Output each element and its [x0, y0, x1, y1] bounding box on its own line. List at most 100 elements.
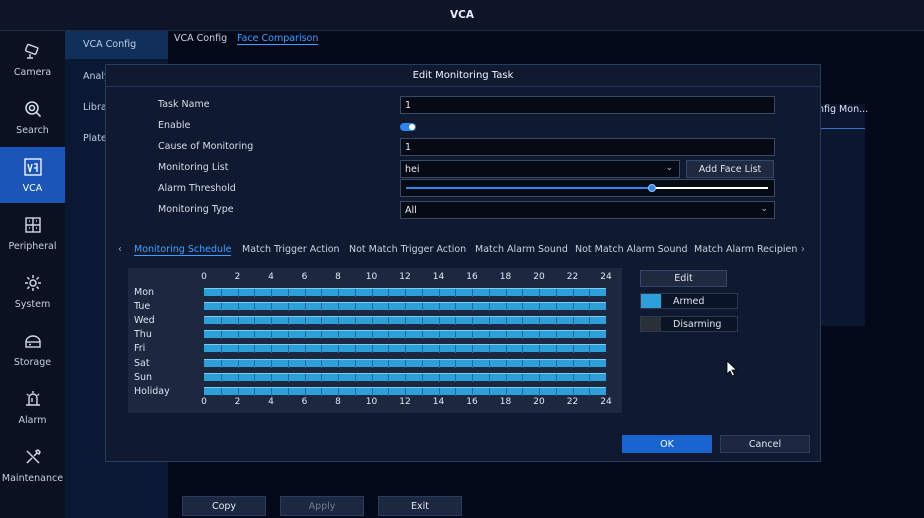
hour-divider: [455, 387, 457, 396]
sidebar-item-camera[interactable]: Camera: [0, 31, 65, 87]
hour-divider: [371, 317, 373, 326]
hour-divider: [388, 387, 390, 396]
hour-divider: [321, 317, 323, 326]
hour-divider: [572, 387, 574, 396]
tab-not-match-trigger-action[interactable]: Not Match Trigger Action: [349, 244, 466, 255]
hour-label: 2: [234, 397, 241, 407]
add-face-list-button[interactable]: Add Face List: [686, 160, 774, 178]
tab-monitoring-schedule[interactable]: Monitoring Schedule: [134, 244, 232, 256]
sidebar-item-peripheral[interactable]: Peripheral: [0, 205, 65, 261]
tab-match-alarm-recipient[interactable]: Match Alarm Recipien: [694, 244, 797, 255]
apply-button[interactable]: Apply: [280, 496, 364, 516]
dialog-title: Edit Monitoring Task: [106, 65, 820, 87]
tab-scroll-left-icon[interactable]: ‹: [118, 244, 122, 255]
subnav-item-plate[interactable]: Plate: [83, 133, 107, 144]
subnav-item-library[interactable]: Libra: [83, 102, 107, 113]
title-bar: VCA: [0, 0, 924, 31]
hour-divider: [338, 373, 339, 382]
hour-divider: [488, 345, 490, 354]
hour-divider: [321, 387, 323, 396]
hour-divider: [539, 359, 540, 368]
tab-scroll-right-icon[interactable]: ›: [801, 244, 805, 255]
sidebar-item-search[interactable]: Search: [0, 89, 65, 145]
hour-divider: [555, 387, 557, 396]
tab-not-match-alarm-sound[interactable]: Not Match Alarm Sound: [575, 244, 688, 255]
sidebar-item-maintenance[interactable]: Maintenance: [0, 437, 65, 493]
hour-divider: [271, 359, 272, 368]
subnav-item-vca-config[interactable]: VCA Config: [83, 39, 136, 50]
ok-button[interactable]: OK: [622, 435, 712, 453]
schedule-bar[interactable]: [204, 372, 606, 382]
day-label: Tue: [134, 301, 151, 313]
legend-disarming[interactable]: Disarming: [640, 316, 738, 332]
hour-label: 6: [301, 397, 308, 407]
task-name-label: Task Name: [158, 99, 210, 110]
alarm-threshold-slider[interactable]: [400, 179, 775, 197]
tab-face-comparison[interactable]: Face Comparison: [237, 33, 319, 45]
hour-divider: [220, 373, 222, 382]
hour-divider: [371, 359, 373, 368]
hour-divider: [371, 373, 373, 382]
legend-armed[interactable]: Armed: [640, 293, 738, 309]
hour-divider: [237, 289, 239, 297]
sidebar-item-alarm[interactable]: Alarm: [0, 379, 65, 435]
hour-divider: [438, 345, 440, 354]
hour-divider: [220, 387, 222, 396]
chevron-down-icon: ⌄: [760, 204, 768, 214]
sidebar-item-label: Camera: [13, 66, 52, 78]
task-name-input[interactable]: 1: [400, 96, 775, 114]
sidebar-item-vca[interactable]: VCA: [0, 147, 65, 203]
hour-divider: [522, 289, 524, 297]
schedule-bar[interactable]: [204, 302, 606, 312]
cause-input[interactable]: 1: [400, 138, 775, 156]
monitoring-type-select[interactable]: All ⌄: [400, 201, 775, 219]
hour-label: 14: [432, 397, 445, 407]
storage-icon: [24, 334, 41, 348]
schedule-bar[interactable]: [204, 288, 606, 297]
schedule-bar[interactable]: [204, 344, 606, 354]
hour-divider: [555, 331, 557, 340]
tab-vca-config[interactable]: VCA Config: [174, 33, 227, 44]
hour-divider: [505, 317, 507, 326]
edit-schedule-button[interactable]: Edit: [640, 270, 727, 287]
schedule-bar[interactable]: [204, 330, 606, 340]
hour-divider: [371, 345, 373, 354]
sidebar-item-label: Search: [16, 124, 49, 136]
schedule-bar[interactable]: [204, 316, 606, 326]
schedule-bar[interactable]: [204, 386, 606, 396]
hour-label: 2: [234, 272, 241, 282]
exit-button[interactable]: Exit: [378, 496, 462, 516]
hour-divider: [220, 331, 222, 340]
tools-icon: [25, 448, 41, 464]
hour-divider: [421, 345, 423, 354]
sidebar-item-storage[interactable]: Storage: [0, 321, 65, 377]
schedule-bar[interactable]: [204, 358, 606, 368]
sidebar-item-system[interactable]: System: [0, 263, 65, 319]
hour-divider: [455, 331, 457, 340]
monitoring-list-select[interactable]: hei ⌄: [400, 160, 680, 178]
hour-divider: [287, 331, 289, 340]
hour-divider: [254, 359, 256, 368]
copy-button[interactable]: Copy: [182, 496, 266, 516]
hour-divider: [287, 317, 289, 326]
hour-divider: [421, 387, 423, 396]
hour-divider: [405, 289, 406, 297]
hour-divider: [220, 345, 222, 354]
tab-match-alarm-sound[interactable]: Match Alarm Sound: [475, 244, 568, 255]
hour-divider: [522, 317, 524, 326]
hour-divider: [472, 331, 473, 340]
hour-divider: [539, 303, 540, 312]
enable-toggle[interactable]: [400, 123, 416, 131]
hour-divider: [287, 387, 289, 396]
schedule-grid[interactable]: 0 2 4 6 8 10 12 14 16 18 20 22 24 Mon Tue Wed Thu Fri Sat…: [128, 268, 622, 413]
tab-match-trigger-action[interactable]: Match Trigger Action: [242, 244, 340, 255]
hour-divider: [455, 317, 457, 326]
slider-handle[interactable]: [648, 184, 657, 192]
monitoring-type-value: All: [405, 204, 417, 216]
hour-divider: [321, 359, 323, 368]
cancel-button[interactable]: Cancel: [720, 435, 810, 453]
hour-label: 0: [201, 397, 207, 407]
hour-divider: [371, 331, 373, 340]
hour-divider: [388, 317, 390, 326]
hour-divider: [455, 289, 457, 297]
